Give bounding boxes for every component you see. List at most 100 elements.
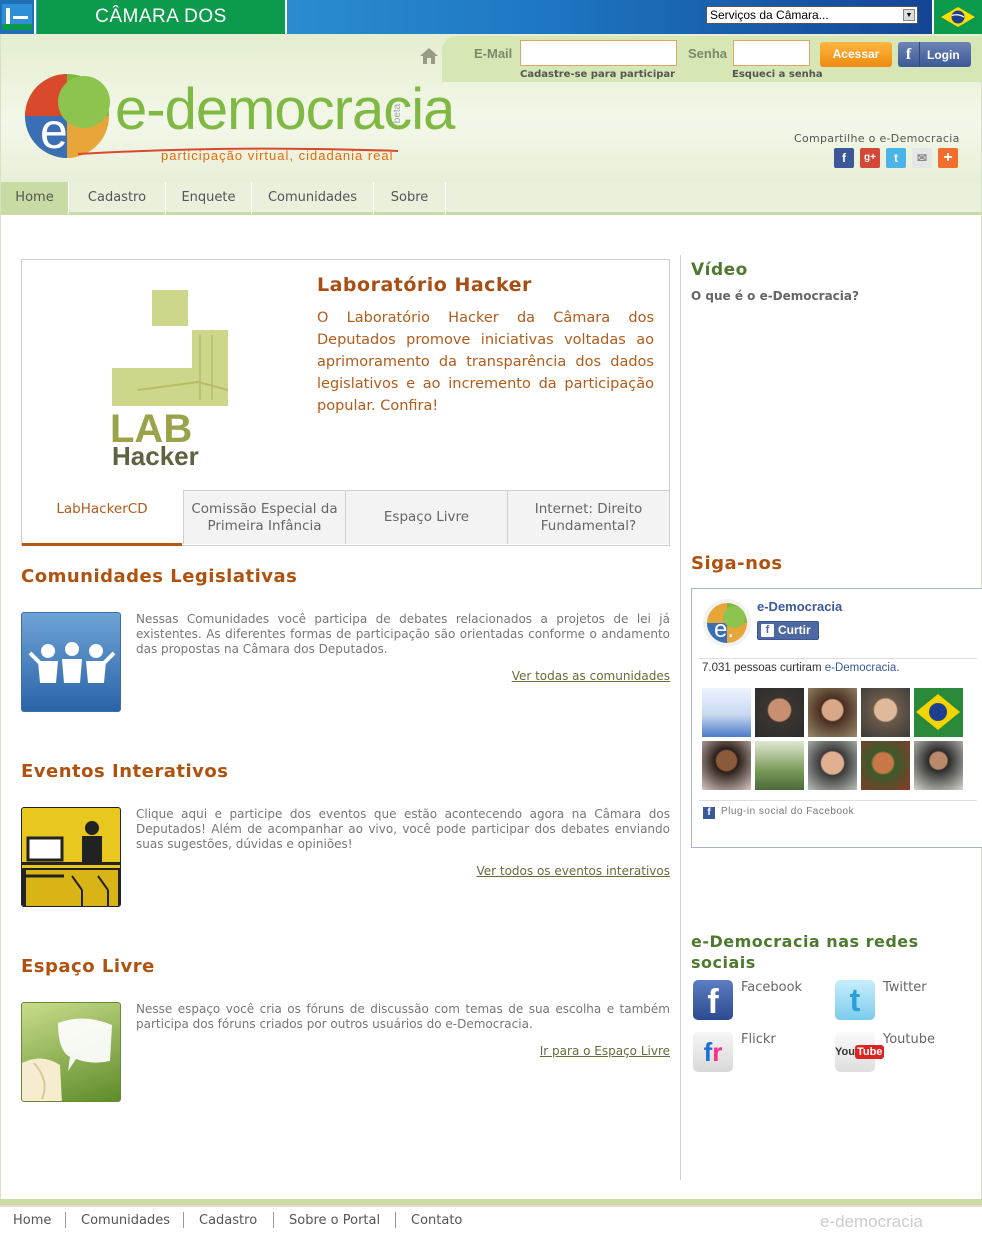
fan-avatar[interactable]	[914, 688, 963, 737]
footer-link-comunidades[interactable]: Comunidades	[81, 1213, 170, 1228]
brazil-flag-icon	[939, 5, 977, 29]
fan-avatar[interactable]	[861, 688, 910, 737]
fan-avatar[interactable]	[808, 741, 857, 790]
network-youtube-label[interactable]: Youtube	[883, 1032, 935, 1047]
footer-separator	[65, 1212, 66, 1228]
logo-beta: beta	[392, 103, 404, 124]
tab-internet-direito[interactable]: Internet: Direito Fundamental?	[507, 490, 670, 544]
network-twitter-label[interactable]: Twitter	[883, 980, 927, 995]
fb-likes-text: 7.031 pessoas curtiram	[702, 662, 822, 674]
facebook-login-label: Login	[927, 48, 960, 62]
brazil-flag	[932, 0, 982, 34]
login-submit-button[interactable]: Acessar	[820, 42, 892, 67]
nav-cadastro[interactable]: Cadastro	[69, 182, 166, 214]
column-divider	[680, 255, 681, 1180]
services-select[interactable]: Serviços da Câmara... ▼	[706, 6, 918, 24]
nav-sobre[interactable]: Sobre	[374, 182, 446, 214]
facebook-icon: f	[703, 807, 715, 819]
section-title-espaco-livre[interactable]: Espaço Livre	[21, 956, 155, 977]
fan-avatar[interactable]	[755, 741, 804, 790]
logo-slogan: participação virtual, cidadania real	[161, 148, 394, 163]
labhacker-logo[interactable]: LAB Hacker	[108, 290, 238, 474]
follow-title: Siga-nos	[691, 553, 783, 574]
link-espaco-livre[interactable]: Ir para o Espaço Livre	[400, 1044, 670, 1058]
tab-comissao-primeira-infancia[interactable]: Comissão Especial da Primeira Infância	[183, 490, 345, 544]
section-text-eventos: Clique aqui e participe dos eventos que …	[136, 807, 670, 851]
footer-separator	[395, 1212, 396, 1228]
forgot-password-link[interactable]: Esqueci a senha	[732, 69, 823, 80]
video-subtitle[interactable]: O que é o e-Democracia?	[691, 289, 859, 303]
tab-labhackercd[interactable]: LabHackerCD	[22, 490, 182, 546]
fb-plugin-label[interactable]: Plug-in social do Facebook	[721, 806, 854, 817]
twitter-icon[interactable]: t	[835, 980, 875, 1020]
fan-avatar[interactable]	[702, 741, 751, 790]
share-twitter-icon[interactable]: t	[886, 148, 906, 168]
footer-link-cadastro[interactable]: Cadastro	[199, 1213, 257, 1228]
fan-avatar[interactable]	[755, 688, 804, 737]
youtube-icon[interactable]: You Tube	[835, 1032, 885, 1072]
camara-logo[interactable]	[0, 0, 36, 34]
share-email-icon[interactable]: ✉	[912, 148, 932, 168]
fb-page-name[interactable]: e-Democracia	[757, 599, 842, 614]
fan-avatar[interactable]	[861, 741, 910, 790]
network-facebook-label[interactable]: Facebook	[741, 980, 802, 995]
nav-enquete[interactable]: Enquete	[166, 182, 252, 214]
networks-title: e-Democracia nas redes sociais	[691, 932, 919, 972]
events-icon[interactable]	[21, 807, 121, 907]
logo-swoosh	[77, 140, 399, 155]
facebook-icon: f	[898, 42, 920, 67]
flickr-icon[interactable]: fr	[693, 1032, 733, 1072]
footer-link-sobre[interactable]: Sobre o Portal	[289, 1213, 380, 1228]
labhacker-logo-line2: Hacker	[112, 441, 199, 470]
fb-likes-page-link[interactable]: e-Democracia.	[825, 662, 900, 674]
link-all-communities[interactable]: Ver todas as comunidades	[400, 669, 670, 683]
chevron-down-icon: ▼	[903, 9, 915, 21]
section-title-eventos[interactable]: Eventos Interativos	[21, 761, 228, 782]
video-player[interactable]	[691, 310, 971, 530]
footer-link-contato[interactable]: Contato	[411, 1213, 462, 1228]
fan-avatar[interactable]	[808, 688, 857, 737]
forum-icon[interactable]	[21, 1002, 121, 1102]
communities-icon[interactable]	[21, 612, 121, 712]
facebook-icon: f	[761, 624, 774, 637]
facebook-login-button[interactable]: f Login	[898, 42, 971, 67]
section-title-comunidades[interactable]: Comunidades Legislativas	[21, 566, 297, 587]
logo-text: e-democracia	[115, 77, 455, 142]
featured-text: O Laboratório Hacker da Câmara dos Deput…	[317, 310, 654, 414]
camara-logo-icon	[2, 4, 32, 30]
share-googleplus-icon[interactable]: g+	[860, 148, 880, 168]
network-flickr-label[interactable]: Flickr	[741, 1032, 776, 1047]
fb-like-button[interactable]: f Curtir	[757, 621, 819, 640]
svg-text:e.: e.	[714, 616, 734, 643]
svg-text:e: e	[40, 103, 68, 159]
facebook-icon[interactable]: f	[693, 980, 733, 1021]
camara-title[interactable]: CÂMARA DOS DEPUTADOS	[37, 0, 287, 61]
register-link[interactable]: Cadastre-se para participar	[520, 69, 675, 80]
home-icon[interactable]	[419, 47, 439, 69]
fan-avatar[interactable]	[702, 688, 751, 737]
featured-title[interactable]: Laboratório Hacker	[317, 274, 532, 296]
tab-label: Comissão Especial da Primeira Infância	[191, 500, 338, 534]
divider	[699, 658, 977, 659]
divider	[699, 800, 977, 801]
tab-espaco-livre[interactable]: Espaço Livre	[345, 490, 507, 544]
video-title: Vídeo	[691, 260, 748, 280]
share-more-icon[interactable]: +	[938, 148, 958, 168]
fb-page-avatar[interactable]: e.	[703, 599, 751, 647]
fan-avatar[interactable]	[914, 741, 963, 790]
fb-like-label: Curtir	[778, 623, 811, 637]
password-field[interactable]	[733, 40, 810, 66]
email-label: E-Mail	[474, 46, 513, 61]
nav-home[interactable]: Home	[1, 182, 69, 214]
email-field[interactable]	[520, 40, 677, 66]
section-text-comunidades: Nessas Comunidades você participa de deb…	[136, 612, 670, 656]
password-label: Senha	[688, 46, 728, 61]
share-facebook-icon[interactable]: f	[834, 148, 854, 168]
footer-logo: e-democracia	[820, 1212, 923, 1231]
tab-label: Internet: Direito Fundamental?	[534, 500, 643, 534]
footer-link-home[interactable]: Home	[13, 1213, 51, 1228]
link-all-events[interactable]: Ver todos os eventos interativos	[400, 864, 670, 878]
nav-comunidades[interactable]: Comunidades	[252, 182, 374, 214]
tab-label: Espaço Livre	[383, 509, 470, 525]
section-text-espaco-livre: Nesse espaço você cria os fóruns de disc…	[136, 1002, 670, 1031]
